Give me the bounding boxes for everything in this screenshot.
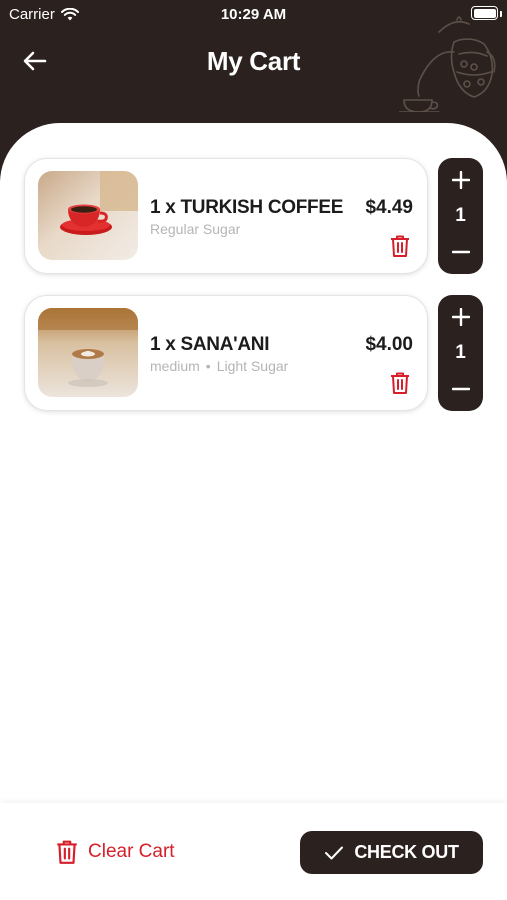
quantity-stepper: 1 — [438, 158, 483, 274]
trash-icon — [57, 840, 77, 864]
quantity-value: 1 — [455, 205, 466, 226]
minus-icon — [451, 387, 470, 391]
item-options: Regular Sugar — [150, 221, 240, 237]
clear-cart-button[interactable]: Clear Cart — [56, 839, 175, 865]
option-separator: • — [205, 358, 211, 374]
item-thumbnail — [38, 171, 138, 260]
decrease-quantity-button[interactable] — [438, 234, 483, 270]
cart-footer: Clear Cart CHECK OUT — [0, 803, 507, 900]
quantity-value: 1 — [455, 342, 466, 363]
item-price: $4.49 — [365, 197, 413, 218]
checkout-label: CHECK OUT — [354, 842, 459, 862]
cart-item: 1 x TURKISH COFFEE Regular Sugar $4.49 — [25, 159, 427, 273]
clear-cart-label: Clear Cart — [88, 841, 175, 862]
trash-icon — [391, 372, 409, 394]
delete-item-button[interactable] — [387, 233, 413, 259]
sanaani-coffee-image — [38, 308, 138, 397]
plus-icon — [451, 171, 470, 189]
item-name: 1 x SANA'ANI — [150, 334, 270, 355]
item-option-sugar: Light Sugar — [216, 358, 289, 374]
coffee-pot-art — [399, 16, 496, 112]
trash-icon — [391, 235, 409, 257]
increase-quantity-button[interactable] — [438, 299, 483, 335]
delete-item-button[interactable] — [387, 370, 413, 396]
item-options: medium • Light Sugar — [150, 358, 288, 374]
turkish-coffee-image — [38, 171, 138, 260]
item-price: $4.00 — [365, 334, 413, 355]
quantity-stepper: 1 — [438, 295, 483, 411]
plus-icon — [451, 308, 470, 326]
checkmark-icon — [325, 846, 344, 859]
decrease-quantity-button[interactable] — [438, 371, 483, 407]
item-option-size: medium — [150, 358, 200, 374]
cart-item: 1 x SANA'ANI medium • Light Sugar $4.00 — [25, 296, 427, 410]
increase-quantity-button[interactable] — [438, 162, 483, 198]
cart-content: 1 x TURKISH COFFEE Regular Sugar $4.49 1 — [0, 123, 507, 803]
item-name: 1 x TURKISH COFFEE — [150, 197, 344, 218]
minus-icon — [451, 250, 470, 254]
item-thumbnail — [38, 308, 138, 397]
checkout-button[interactable]: CHECK OUT — [300, 831, 483, 874]
item-option-sugar: Regular Sugar — [150, 221, 241, 237]
